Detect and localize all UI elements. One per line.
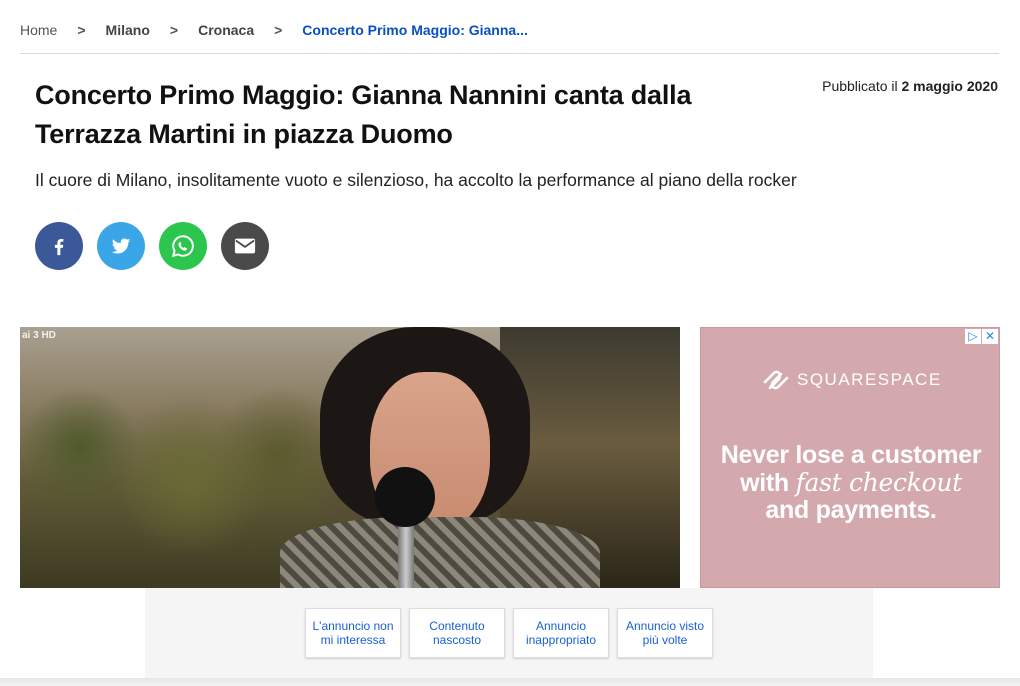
photo-singer-jacket [280, 517, 600, 588]
breadcrumb-milano[interactable]: Milano [106, 22, 150, 38]
photo-microphone [375, 467, 435, 527]
article-title: Concerto Primo Maggio: Gianna Nannini ca… [35, 80, 692, 149]
ad-close-icon[interactable]: ✕ [982, 329, 998, 344]
ad-brand: SQUARESPACE [761, 368, 942, 392]
breadcrumb-current[interactable]: Concerto Primo Maggio: Gianna... [302, 22, 528, 38]
ad-choices: ▷ ✕ [965, 329, 998, 344]
breadcrumb-separator: > [77, 22, 86, 38]
ad-headline-line3: and payments. [765, 496, 937, 524]
ad-feedback-seen-too-often-button[interactable]: Annuncio visto più volte [617, 608, 713, 658]
ad-feedback-hidden-content-button[interactable]: Contenuto nascosto [409, 608, 505, 658]
share-facebook-button[interactable] [35, 222, 83, 270]
channel-logo: ai 3 HD [22, 330, 56, 341]
share-email-button[interactable] [221, 222, 269, 270]
ad-feedback-inappropriate-button[interactable]: Annuncio inappropriato [513, 608, 609, 658]
ad-headline: Never lose a customer with fast checkout… [701, 441, 999, 524]
squarespace-logo-icon [763, 370, 789, 390]
published-label: Pubblicato il [822, 78, 898, 94]
breadcrumb-separator: > [274, 22, 283, 38]
published-date-value: 2 maggio 2020 [901, 78, 999, 94]
breadcrumb-separator: > [169, 22, 179, 38]
breadcrumb: Home > Milano > Cronaca > Concerto Primo… [20, 22, 999, 54]
ad-headline-line2: with fast checkout [701, 468, 999, 497]
ad-brand-name: SQUARESPACE [797, 370, 942, 389]
ad-feedback-not-interested-button[interactable]: L'annuncio non mi interessa [305, 608, 401, 658]
twitter-icon [111, 238, 131, 254]
breadcrumb-cronaca[interactable]: Cronaca [198, 22, 254, 38]
facebook-icon [54, 238, 64, 256]
share-bar [35, 222, 269, 270]
article-photo[interactable] [20, 327, 680, 588]
article-summary: Il cuore di Milano, insolitamente vuoto … [35, 170, 797, 190]
share-whatsapp-button[interactable] [159, 222, 207, 270]
published-date: Pubblicato il 2 maggio 2020 [822, 78, 998, 94]
share-twitter-button[interactable] [97, 222, 145, 270]
ad-headline-with: with [740, 469, 789, 497]
email-icon [234, 238, 256, 254]
bottom-shadow [0, 678, 1020, 686]
ad-feedback-bar: L'annuncio non mi interessa Contenuto na… [145, 588, 873, 678]
advertisement[interactable]: ▷ ✕ SQUARESPACE Never lose a customer wi… [700, 327, 1000, 588]
ad-headline-line1: Never lose a customer [720, 441, 982, 469]
ad-headline-italic: fast checkout [795, 468, 963, 497]
whatsapp-icon [171, 235, 194, 258]
breadcrumb-home[interactable]: Home [20, 22, 57, 38]
ad-choices-icon[interactable]: ▷ [965, 329, 981, 344]
